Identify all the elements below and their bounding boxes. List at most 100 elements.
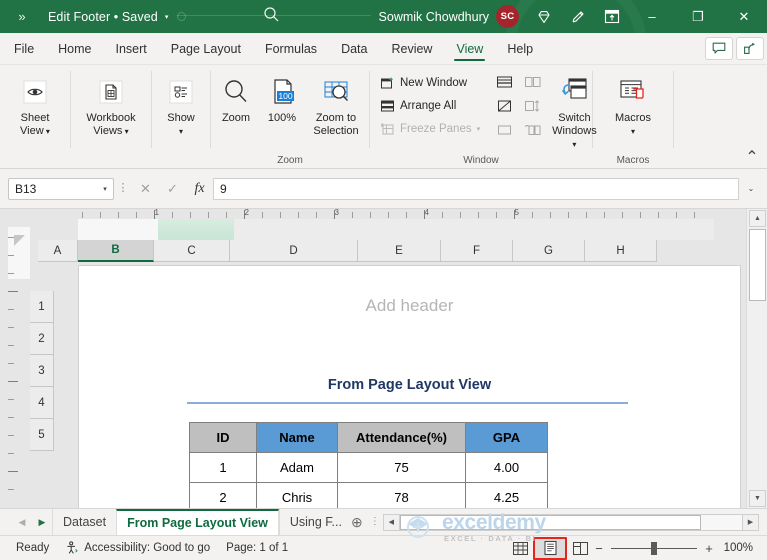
cell-id[interactable]: 2 [189, 482, 257, 508]
tab-home[interactable]: Home [46, 33, 103, 64]
zoom-percent[interactable]: 100% [721, 542, 761, 554]
column-header-g[interactable]: G [513, 240, 585, 262]
zoom-slider[interactable] [611, 541, 697, 555]
previous-sheet-button[interactable]: ◀ [12, 509, 32, 536]
search-icon[interactable] [263, 6, 280, 28]
zoom-button[interactable]: Zoom [213, 70, 259, 125]
name-box-chevron-down-icon[interactable]: ▾ [97, 185, 113, 193]
workbook-views-button[interactable]: Workbook Views ▾ [72, 70, 150, 138]
pen-icon[interactable] [561, 0, 595, 33]
cell-attendance[interactable]: 78 [337, 482, 466, 508]
zoom-to-selection-button[interactable]: Zoom to Selection [305, 70, 367, 138]
scroll-left-button[interactable]: ◀ [382, 513, 400, 531]
page-layout-view-button[interactable] [533, 536, 567, 560]
row-header-5[interactable]: 5 [30, 419, 54, 451]
column-header-h[interactable]: H [585, 240, 657, 262]
collapse-ribbon-button[interactable]: ⌃ [743, 149, 761, 166]
macros-button[interactable]: Macros ▾ [602, 70, 664, 138]
zoom-out-button[interactable]: − [593, 541, 605, 556]
tab-insert[interactable]: Insert [104, 33, 159, 64]
vertical-scrollbar[interactable]: ▲ ▼ [746, 209, 767, 508]
column-header-d[interactable]: D [230, 240, 358, 262]
minimize-button[interactable]: – [629, 0, 675, 33]
tab-page-layout[interactable]: Page Layout [159, 33, 253, 64]
column-header-a[interactable]: A [38, 240, 78, 262]
column-header-c[interactable]: C [154, 240, 230, 262]
tab-view[interactable]: View [444, 33, 495, 64]
sheet-tab-overflow-menu[interactable]: ⋮ [369, 517, 381, 527]
cell-name[interactable]: Chris [256, 482, 338, 508]
column-header-b[interactable]: B [78, 240, 154, 262]
insert-function-button[interactable]: fx [186, 178, 213, 200]
add-sheet-button[interactable]: ⊕ [345, 509, 369, 536]
row-header-3[interactable]: 3 [30, 355, 54, 387]
add-header-placeholder[interactable]: Add header [79, 296, 740, 316]
chevron-down-icon[interactable]: ▾ [477, 125, 481, 133]
arrange-all-button[interactable]: Arrange All [376, 95, 484, 117]
maximize-button[interactable]: ❐ [675, 0, 721, 33]
tab-file[interactable]: File [0, 33, 46, 64]
diamond-icon[interactable] [527, 0, 561, 33]
view-side-by-side-button[interactable] [521, 71, 545, 93]
switch-windows-button[interactable]: Switch Windows ▾ [551, 70, 598, 151]
comments-button[interactable] [705, 37, 733, 60]
sheet-view-button[interactable]: Sheet View ▾ [4, 70, 66, 138]
accessibility-status[interactable]: Accessibility: Good to go [57, 541, 218, 555]
vertical-scrollbar-thumb[interactable] [749, 229, 766, 301]
page-break-preview-button[interactable] [567, 538, 593, 558]
formula-bar-handle[interactable]: ⋮ [114, 183, 132, 194]
scroll-right-button[interactable]: ▶ [742, 513, 759, 531]
table-row[interactable]: 2 Chris 78 4.25 [189, 482, 548, 508]
zoom-slider-thumb[interactable] [651, 541, 657, 555]
name-box[interactable]: B13 ▾ [8, 177, 114, 200]
document-title-chevron-down-icon[interactable]: ▾ [165, 14, 169, 21]
column-header-f[interactable]: F [441, 240, 513, 262]
scroll-down-button[interactable]: ▼ [749, 490, 766, 507]
synchronous-scrolling-button[interactable] [521, 95, 545, 117]
cell-name[interactable]: Adam [256, 452, 338, 483]
chevron-down-icon[interactable]: ▾ [631, 127, 635, 136]
share-button[interactable] [736, 37, 764, 60]
horizontal-scrollbar-track[interactable] [399, 513, 742, 531]
vertical-ruler[interactable] [8, 209, 30, 508]
reset-window-position-button[interactable] [521, 119, 545, 141]
new-window-button[interactable]: New Window [376, 72, 484, 94]
show-button[interactable]: Show ▾ [153, 70, 209, 138]
chevron-down-icon[interactable]: ▾ [179, 127, 183, 136]
cancel-formula-button[interactable]: ✕ [132, 178, 159, 200]
scroll-up-button[interactable]: ▲ [749, 210, 766, 227]
table-row[interactable]: 1 Adam 75 4.00 [189, 452, 548, 483]
select-all-corner-icon[interactable] [14, 235, 25, 246]
ribbon-display-options-icon[interactable] [595, 0, 629, 33]
hide-window-button[interactable] [492, 95, 516, 117]
chevron-down-icon[interactable]: ▾ [572, 140, 576, 149]
document-title[interactable]: Edit Footer • Saved ▾ [44, 10, 172, 24]
quick-access-chevron-icon[interactable]: » [0, 0, 44, 33]
tab-review[interactable]: Review [379, 33, 444, 64]
horizontal-scrollbar-thumb[interactable] [399, 514, 701, 530]
close-button[interactable]: ✕ [721, 0, 767, 33]
user-account[interactable]: Sowmik Chowdhury SC [371, 5, 527, 28]
tab-formulas[interactable]: Formulas [253, 33, 329, 64]
row-header-4[interactable]: 4 [30, 387, 54, 419]
split-button[interactable] [492, 71, 516, 93]
row-header-2[interactable]: 2 [30, 323, 54, 355]
next-sheet-button[interactable]: ▶ [32, 509, 52, 536]
sheet-tab-from-page-layout-view[interactable]: From Page Layout View [116, 508, 279, 536]
enter-formula-button[interactable]: ✓ [159, 178, 186, 200]
chevron-down-icon[interactable]: ▾ [122, 127, 129, 136]
formula-input[interactable]: 9 [213, 177, 739, 200]
freeze-panes-button[interactable]: Freeze Panes ▾ [376, 118, 484, 140]
normal-view-button[interactable] [507, 538, 533, 558]
column-header-e[interactable]: E [358, 240, 441, 262]
chevron-down-icon[interactable]: ▾ [44, 127, 50, 136]
zoom-in-button[interactable]: + [703, 541, 715, 556]
page-canvas[interactable]: Add header From Page Layout View ID Name… [79, 266, 740, 508]
cell-id[interactable]: 1 [189, 452, 257, 483]
avatar[interactable]: SC [496, 5, 519, 28]
unhide-window-button[interactable] [492, 119, 516, 141]
cell-gpa[interactable]: 4.25 [465, 482, 548, 508]
cell-gpa[interactable]: 4.00 [465, 452, 548, 483]
row-header-1[interactable]: 1 [30, 291, 54, 323]
tab-help[interactable]: Help [495, 33, 545, 64]
